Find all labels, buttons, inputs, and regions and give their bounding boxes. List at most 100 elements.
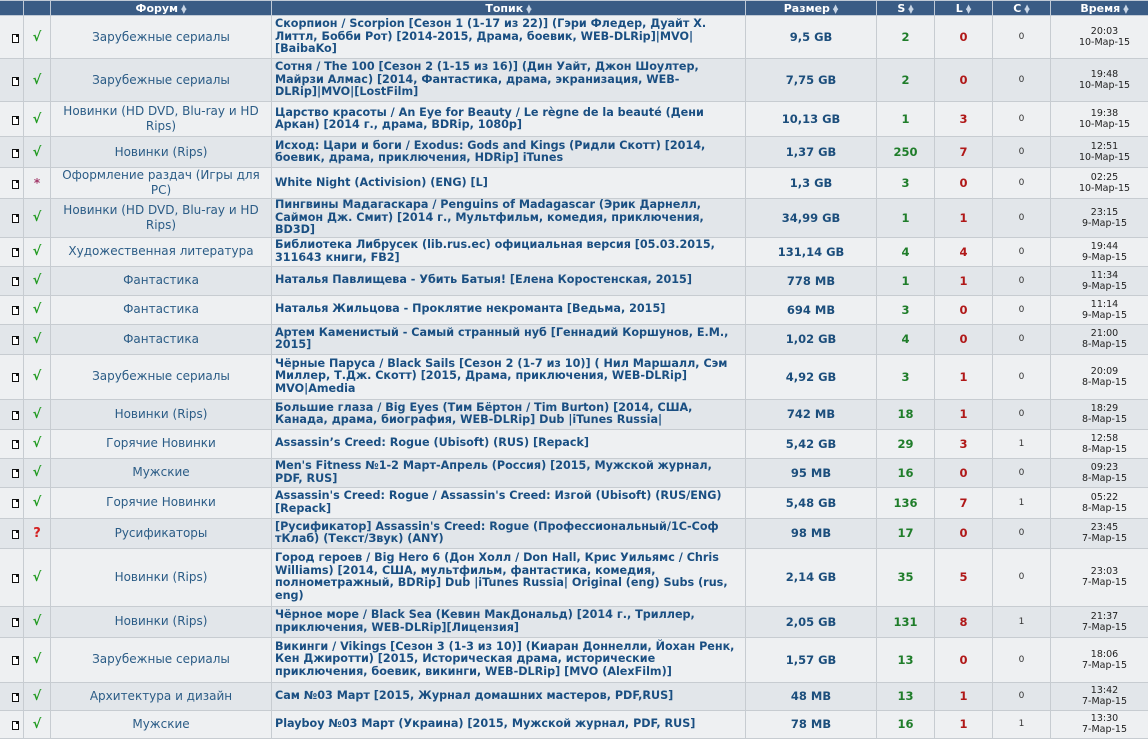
file-icon[interactable]	[12, 656, 19, 665]
table-row: √ Мужские Men's Fitness №1-2 Март-Апрель…	[0, 458, 1148, 487]
topic-link[interactable]: White Night (Activision) (ENG) [L]	[272, 168, 746, 199]
file-icon[interactable]	[12, 116, 19, 125]
sort-arrows-icon[interactable]: ▲▼	[181, 5, 186, 13]
forum-link[interactable]: Фантастика	[51, 324, 272, 354]
col-seeds-header[interactable]: S▲▼	[877, 1, 935, 16]
file-icon[interactable]	[12, 440, 19, 449]
size-link[interactable]: 78 MB	[746, 710, 877, 738]
file-icon[interactable]	[12, 34, 19, 43]
size-link[interactable]: 98 MB	[746, 518, 877, 548]
file-icon[interactable]	[12, 693, 19, 702]
file-icon[interactable]	[12, 180, 19, 189]
topic-link[interactable]: Чёрные Паруса / Black Sails [Сезон 2 (1-…	[272, 354, 746, 399]
forum-link[interactable]: Художественная литература	[51, 237, 272, 266]
forum-link[interactable]: Фантастика	[51, 266, 272, 295]
forum-link[interactable]: Новинки (Rips)	[51, 399, 272, 429]
col-size-header[interactable]: Размер▲▼	[746, 1, 877, 16]
topic-link[interactable]: Assassin’s Creed: Rogue (Ubisoft) (RUS) …	[272, 429, 746, 458]
forum-link[interactable]: Зарубежные сериалы	[51, 637, 272, 682]
sort-arrows-icon[interactable]: ▲▼	[966, 5, 971, 13]
file-icon[interactable]	[12, 469, 19, 478]
topic-link[interactable]: Чёрное море / Black Sea (Кевин МакДональ…	[272, 606, 746, 637]
sort-arrows-icon[interactable]: ▲▼	[833, 5, 838, 13]
forum-link[interactable]: Зарубежные сериалы	[51, 59, 272, 102]
topic-link[interactable]: Playboy №03 Март (Украина) [2015, Мужско…	[272, 710, 746, 738]
forum-link[interactable]: Новинки (Rips)	[51, 548, 272, 606]
forum-link[interactable]: Новинки (HD DVD, Blu-ray и HD Rips)	[51, 102, 272, 137]
topic-link[interactable]: Царство красоты / An Eye for Beauty / Le…	[272, 102, 746, 137]
file-icon[interactable]	[12, 149, 19, 158]
forum-link[interactable]: Горячие Новинки	[51, 487, 272, 518]
topic-link[interactable]: [Русификатор] Assassin's Creed: Rogue (П…	[272, 518, 746, 548]
forum-link[interactable]: Новинки (HD DVD, Blu-ray и HD Rips)	[51, 199, 272, 238]
file-icon-cell	[0, 637, 24, 682]
size-link[interactable]: 7,75 GB	[746, 59, 877, 102]
file-icon[interactable]	[12, 618, 19, 627]
file-icon[interactable]	[12, 77, 19, 86]
forum-link[interactable]: Зарубежные сериалы	[51, 354, 272, 399]
forum-link[interactable]: Мужские	[51, 458, 272, 487]
size-link[interactable]: 2,14 GB	[746, 548, 877, 606]
forum-link[interactable]: Фантастика	[51, 295, 272, 324]
file-icon[interactable]	[12, 574, 19, 583]
topic-link[interactable]: Большие глаза / Big Eyes (Тим Бёртон / T…	[272, 399, 746, 429]
forum-link[interactable]: Архитектура и дизайн	[51, 682, 272, 710]
file-icon[interactable]	[12, 277, 19, 286]
file-icon[interactable]	[12, 499, 19, 508]
size-link[interactable]: 48 MB	[746, 682, 877, 710]
forum-link[interactable]: Новинки (Rips)	[51, 606, 272, 637]
size-link[interactable]: 5,42 GB	[746, 429, 877, 458]
size-link[interactable]: 131,14 GB	[746, 237, 877, 266]
sort-arrows-icon[interactable]: ▲▼	[526, 5, 531, 13]
file-icon[interactable]	[12, 214, 19, 223]
forum-link[interactable]: Русификаторы	[51, 518, 272, 548]
forum-link[interactable]: Зарубежные сериалы	[51, 16, 272, 59]
col-time-header[interactable]: Время▲▼	[1051, 1, 1148, 16]
topic-link[interactable]: Men's Fitness №1-2 Март-Апрель (Россия) …	[272, 458, 746, 487]
topic-link[interactable]: Наталья Павлищева - Убить Батыя! [Елена …	[272, 266, 746, 295]
topic-link[interactable]: Наталья Жильцова - Проклятие некроманта …	[272, 295, 746, 324]
col-leech-header[interactable]: L▲▼	[935, 1, 993, 16]
size-link[interactable]: 95 MB	[746, 458, 877, 487]
file-icon[interactable]	[12, 721, 19, 730]
size-link[interactable]: 778 MB	[746, 266, 877, 295]
size-link[interactable]: 1,02 GB	[746, 324, 877, 354]
topic-link[interactable]: Assassin's Creed: Rogue / Assassin's Cre…	[272, 487, 746, 518]
size-link[interactable]: 5,48 GB	[746, 487, 877, 518]
topic-link[interactable]: Исход: Цари и боги / Exodus: Gods and Ki…	[272, 137, 746, 168]
file-icon[interactable]	[12, 336, 19, 345]
file-icon[interactable]	[12, 373, 19, 382]
file-icon[interactable]	[12, 530, 19, 539]
size-link[interactable]: 34,99 GB	[746, 199, 877, 238]
topic-link[interactable]: Скорпион / Scorpion [Сезон 1 (1-17 из 22…	[272, 16, 746, 59]
forum-link[interactable]: Мужские	[51, 710, 272, 738]
col-completed-header[interactable]: C▲▼	[993, 1, 1051, 16]
topic-link[interactable]: Город героев / Big Hero 6 (Дон Холл / Do…	[272, 548, 746, 606]
topic-link[interactable]: Пингвины Мадагаскара / Penguins of Madag…	[272, 199, 746, 238]
forum-link[interactable]: Горячие Новинки	[51, 429, 272, 458]
col-topic-header[interactable]: Топик▲▼	[272, 1, 746, 16]
size-link[interactable]: 1,3 GB	[746, 168, 877, 199]
size-link[interactable]: 742 MB	[746, 399, 877, 429]
topic-link[interactable]: Артем Каменистый - Самый странный нуб [Г…	[272, 324, 746, 354]
forum-link[interactable]: Оформление раздач (Игры для PC)	[51, 168, 272, 199]
topic-link[interactable]: Библиотека Либрусек (lib.rus.ec) официал…	[272, 237, 746, 266]
topic-link[interactable]: Сам №03 Март [2015, Журнал домашних маст…	[272, 682, 746, 710]
size-link[interactable]: 4,92 GB	[746, 354, 877, 399]
forum-link[interactable]: Новинки (Rips)	[51, 137, 272, 168]
size-link[interactable]: 10,13 GB	[746, 102, 877, 137]
file-icon[interactable]	[12, 306, 19, 315]
file-icon[interactable]	[12, 248, 19, 257]
sort-arrows-icon[interactable]: ▲▼	[908, 5, 913, 13]
sort-arrows-icon[interactable]: ▲▼	[1123, 5, 1128, 13]
size-link[interactable]: 2,05 GB	[746, 606, 877, 637]
sort-arrows-icon[interactable]: ▲▼	[1024, 5, 1029, 13]
col-forum-header[interactable]: Форум▲▼	[51, 1, 272, 16]
size-link[interactable]: 1,57 GB	[746, 637, 877, 682]
size-link[interactable]: 9,5 GB	[746, 16, 877, 59]
file-icon[interactable]	[12, 411, 19, 420]
size-link[interactable]: 1,37 GB	[746, 137, 877, 168]
size-link[interactable]: 694 MB	[746, 295, 877, 324]
topic-link[interactable]: Сотня / The 100 [Сезон 2 (1-15 из 16)] (…	[272, 59, 746, 102]
topic-link[interactable]: Викинги / Vikings [Сезон 3 (1-3 из 10)] …	[272, 637, 746, 682]
